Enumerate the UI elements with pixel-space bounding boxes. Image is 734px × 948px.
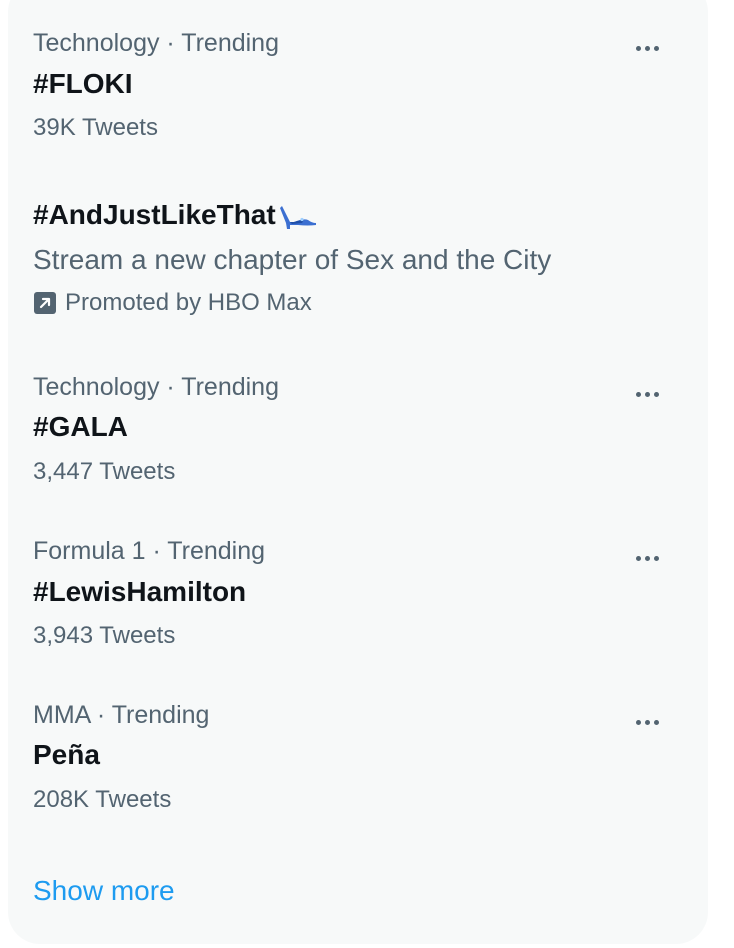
trend-category: Technology · Trending [33,29,279,57]
more-options-icon[interactable] [627,379,667,409]
more-options-icon[interactable] [627,707,667,737]
promoted-description: Stream a new chapter of Sex and the City [33,244,552,275]
trend-title: #LewisHamilton [33,576,247,607]
promoted-arrow-icon [34,292,56,314]
promoted-title-text: #AndJustLikeThat [33,199,276,230]
trend-tweet-count: 3,943 Tweets [33,622,176,649]
more-options-icon[interactable] [627,543,667,573]
promoted-title: #AndJustLikeThat [33,198,318,231]
trend-category: Technology · Trending [33,373,279,401]
trend-category: Formula 1 · Trending [33,537,266,565]
trend-category: MMA · Trending [33,701,210,729]
trend-tweet-count: 39K Tweets [33,114,158,141]
trend-tweet-count: 3,447 Tweets [33,458,176,485]
trend-title: #FLOKI [33,68,133,99]
trend-tweet-count: 208K Tweets [33,786,172,813]
trend-title: #GALA [33,411,128,442]
show-more-link[interactable]: Show more [33,875,175,907]
promoted-by-line: Promoted by HBO Max [33,289,312,317]
more-options-icon[interactable] [627,33,667,63]
trend-title: Peña [33,739,100,770]
high-heel-shoe-icon [279,206,316,229]
promoted-by-label: Promoted by HBO Max [65,289,312,316]
